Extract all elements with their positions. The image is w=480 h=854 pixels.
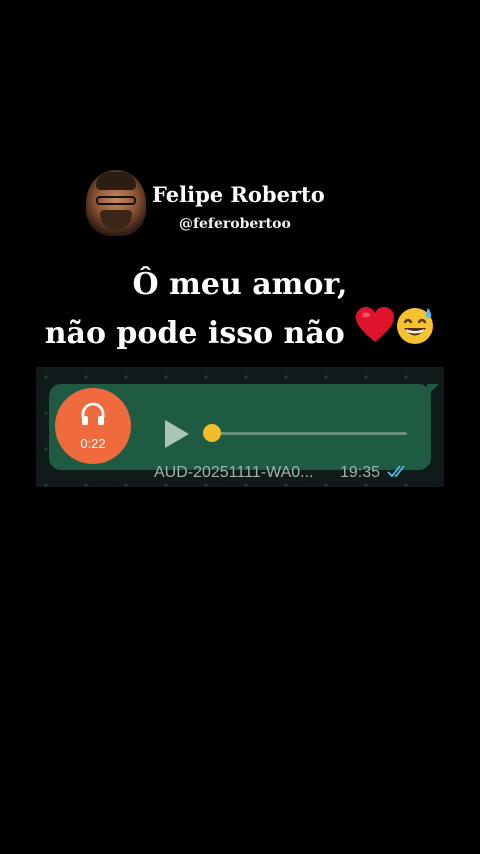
audio-avatar: 0:22 xyxy=(55,388,131,464)
profile-handle: @feferobertoo xyxy=(179,216,291,232)
headphones-icon xyxy=(81,402,105,425)
chat-screenshot: 0:22 AUD-20251111-WA0... 19:35 xyxy=(36,367,444,487)
message-time: 19:35 xyxy=(340,464,381,481)
audio-progress-track[interactable] xyxy=(219,432,407,435)
profile-name: Felipe Roberto xyxy=(152,182,325,207)
voice-message-bubble[interactable]: 0:22 AUD-20251111-WA0... 19:35 xyxy=(49,384,439,481)
grinning-sweat-icon xyxy=(395,305,435,359)
profile-header: Felipe Roberto @feferobertoo xyxy=(86,170,406,240)
caption-line-2: não pode isso não xyxy=(0,305,480,362)
caption-line-1: Ô meu amor, xyxy=(132,267,348,302)
read-ticks-icon xyxy=(387,463,411,483)
caption-line-2-text: não pode isso não xyxy=(44,316,345,351)
audio-seek-handle[interactable] xyxy=(203,424,221,442)
red-heart-icon xyxy=(355,306,395,358)
audio-filename: AUD-20251111-WA0... xyxy=(154,464,314,481)
avatar[interactable] xyxy=(86,170,146,236)
caption: Ô meu amor, não pode isso não xyxy=(0,262,480,362)
play-icon[interactable] xyxy=(163,418,191,454)
audio-duration: 0:22 xyxy=(80,436,106,451)
